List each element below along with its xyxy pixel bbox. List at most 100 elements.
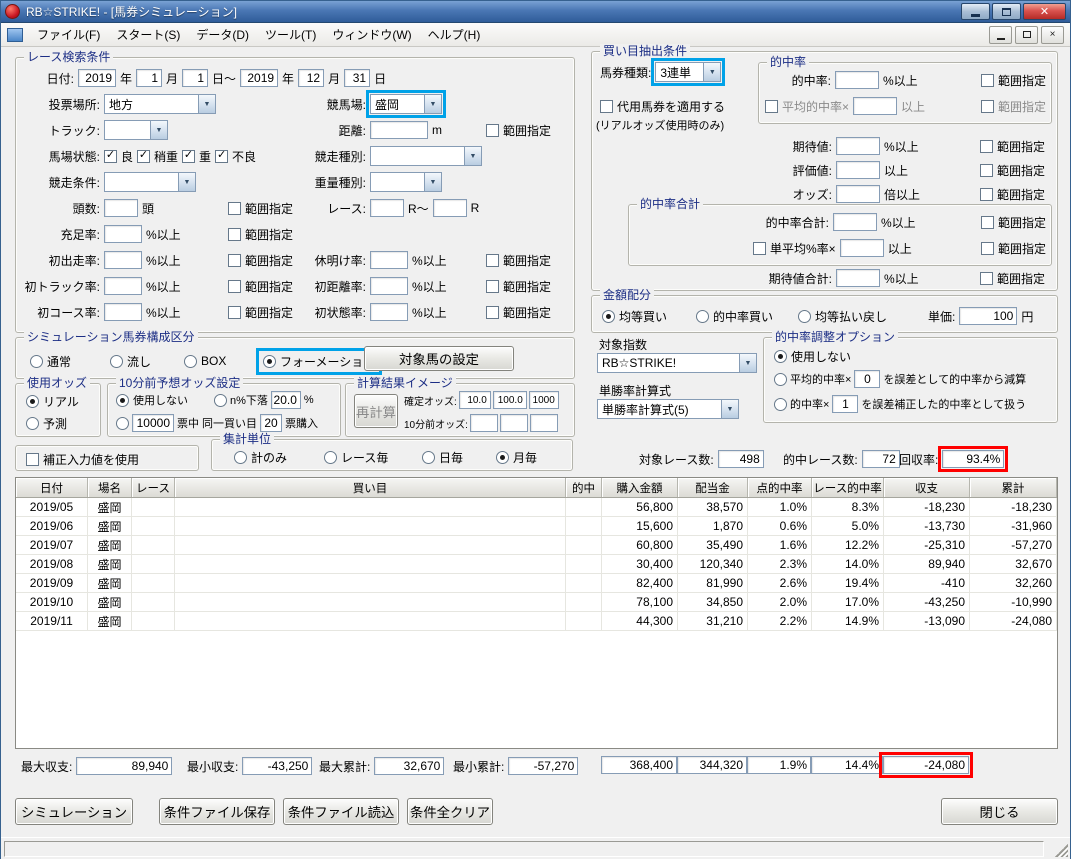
date-to-month-field[interactable]: 12: [298, 69, 325, 87]
date-to-day-field[interactable]: 31: [344, 69, 371, 87]
pre-odds-votes-radio[interactable]: [116, 416, 129, 430]
pre-odds-votes-field[interactable]: 10000: [132, 414, 174, 432]
evaluation-field[interactable]: [836, 161, 880, 179]
chevron-down-icon[interactable]: ▼: [198, 95, 215, 113]
first-course-range-checkbox[interactable]: [228, 305, 241, 319]
table-row[interactable]: 2019/09 盛岡 82,400 81,990 2.6% 19.4% -410…: [16, 574, 1057, 593]
table-row[interactable]: 2019/07 盛岡 60,800 35,490 1.6% 12.2% -25,…: [16, 536, 1057, 555]
composition-normal-radio[interactable]: [30, 354, 43, 368]
first-distance-range-checkbox[interactable]: [486, 279, 499, 293]
table-row[interactable]: 2019/05 盛岡 56,800 38,570 1.0% 8.3% -18,2…: [16, 498, 1057, 517]
pre-odds-drop-field[interactable]: 20.0: [270, 391, 301, 409]
avg-hit-rate-field[interactable]: [853, 97, 898, 115]
date-to-year-field[interactable]: 2019: [240, 69, 279, 87]
allocation-equal-buy-radio[interactable]: [602, 309, 615, 323]
header-bet[interactable]: 買い目: [175, 478, 566, 497]
single-avg-checkbox[interactable]: [753, 241, 766, 255]
avg-hit-rate-range-checkbox[interactable]: [981, 99, 994, 113]
header-place[interactable]: 場名: [88, 478, 132, 497]
minimize-button[interactable]: [961, 3, 990, 20]
hit-total-field[interactable]: [833, 213, 877, 231]
pre-odds-image-field-2[interactable]: [499, 414, 528, 432]
table-row[interactable]: 2019/10 盛岡 78,100 34,850 2.0% 17.0% -43,…: [16, 593, 1057, 612]
composition-formation-radio[interactable]: [263, 354, 276, 368]
ticket-type-select[interactable]: 3連単 ▼: [651, 58, 726, 86]
avg-hit-rate-checkbox[interactable]: [765, 99, 778, 113]
rest-field[interactable]: [370, 251, 408, 269]
odds-predicted-radio[interactable]: [26, 416, 39, 430]
unit-price-field[interactable]: 100: [959, 307, 1018, 325]
header-race-rate[interactable]: レース的中率: [812, 478, 884, 497]
pre-odds-image-field-1[interactable]: [469, 414, 498, 432]
fixed-odds-field-3[interactable]: 1000: [528, 391, 559, 409]
aggregation-monthly-radio[interactable]: [496, 450, 509, 464]
chevron-down-icon[interactable]: ▼: [178, 173, 195, 191]
evaluation-range-checkbox[interactable]: [980, 163, 993, 177]
mdi-child-icon[interactable]: [7, 27, 23, 42]
chevron-down-icon[interactable]: ▼: [464, 147, 481, 165]
simulation-button[interactable]: シミュレーション: [15, 798, 133, 825]
pre-odds-drop-radio[interactable]: [214, 393, 227, 407]
track-select[interactable]: ▼: [104, 120, 168, 140]
surface-slightly-heavy-checkbox[interactable]: [137, 149, 151, 163]
menu-window[interactable]: ウィンドウ(W): [324, 23, 419, 46]
expected-total-range-checkbox[interactable]: [980, 271, 993, 285]
correction-checkbox[interactable]: [26, 452, 39, 466]
chevron-down-icon[interactable]: ▼: [424, 173, 441, 191]
expected-range-checkbox[interactable]: [980, 139, 993, 153]
resize-grip[interactable]: [1055, 844, 1068, 857]
header-balance[interactable]: 収支: [884, 478, 970, 497]
weight-type-select[interactable]: ▼: [370, 172, 442, 192]
composition-nagashi-radio[interactable]: [110, 354, 123, 368]
single-avg-field[interactable]: [839, 239, 884, 257]
menu-help[interactable]: ヘルプ(H): [420, 23, 489, 46]
fill-rate-range-checkbox[interactable]: [228, 227, 241, 241]
clear-all-conditions-button[interactable]: 条件全クリア: [407, 798, 493, 825]
first-distance-field[interactable]: [370, 277, 408, 295]
header-race[interactable]: レース: [132, 478, 175, 497]
aggregation-daily-radio[interactable]: [422, 450, 435, 464]
distance-field[interactable]: [370, 121, 428, 139]
chevron-down-icon[interactable]: ▼: [703, 63, 721, 81]
menu-start[interactable]: スタート(S): [108, 23, 188, 46]
rest-range-checkbox[interactable]: [486, 253, 499, 267]
hit-adjust-rate-radio[interactable]: [774, 397, 787, 411]
chevron-down-icon[interactable]: ▼: [721, 400, 738, 418]
maximize-button[interactable]: [992, 3, 1021, 20]
chevron-down-icon[interactable]: ▼: [739, 354, 756, 372]
chevron-down-icon[interactable]: ▼: [424, 95, 441, 113]
first-run-range-checkbox[interactable]: [228, 253, 241, 267]
first-surface-field[interactable]: [370, 303, 408, 321]
surface-good-checkbox[interactable]: [104, 149, 117, 163]
close-button[interactable]: ✕: [1023, 3, 1066, 20]
target-horse-settings-button[interactable]: 対象馬の設定: [364, 346, 514, 371]
first-surface-range-checkbox[interactable]: [486, 305, 499, 319]
fixed-odds-field-2[interactable]: 100.0: [492, 391, 527, 409]
date-from-year-field[interactable]: 2019: [78, 69, 116, 87]
hit-adjust-avg-field[interactable]: 0: [854, 370, 881, 388]
composition-box-radio[interactable]: [184, 354, 197, 368]
fill-rate-field[interactable]: [104, 225, 142, 243]
hit-total-range-checkbox[interactable]: [981, 215, 994, 229]
hit-rate-field[interactable]: [835, 71, 879, 89]
first-track-range-checkbox[interactable]: [228, 279, 241, 293]
race-cond-select[interactable]: ▼: [104, 172, 196, 192]
menu-tools[interactable]: ツール(T): [257, 23, 324, 46]
save-condition-file-button[interactable]: 条件ファイル保存: [159, 798, 275, 825]
pre-odds-votes-count-field[interactable]: 20: [260, 414, 283, 432]
header-payout[interactable]: 配当金: [678, 478, 748, 497]
surface-heavy-checkbox[interactable]: [182, 149, 196, 163]
mdi-restore-button[interactable]: [1015, 25, 1038, 44]
header-point-rate[interactable]: 点的中率: [748, 478, 812, 497]
date-from-month-field[interactable]: 1: [136, 69, 163, 87]
aggregation-total-only-radio[interactable]: [234, 450, 247, 464]
chevron-down-icon[interactable]: ▼: [150, 121, 167, 139]
table-row[interactable]: 2019/06 盛岡 15,600 1,870 0.6% 5.0% -13,73…: [16, 517, 1057, 536]
odds-range-checkbox[interactable]: [980, 187, 993, 201]
place-select[interactable]: 地方 ▼: [104, 94, 216, 114]
pre-odds-image-field-3[interactable]: [529, 414, 558, 432]
race-from-field[interactable]: [370, 199, 404, 217]
header-purchase[interactable]: 購入金額: [602, 478, 678, 497]
pre-odds-none-radio[interactable]: [116, 393, 129, 407]
hit-adjust-rate-field[interactable]: 1: [832, 395, 859, 413]
